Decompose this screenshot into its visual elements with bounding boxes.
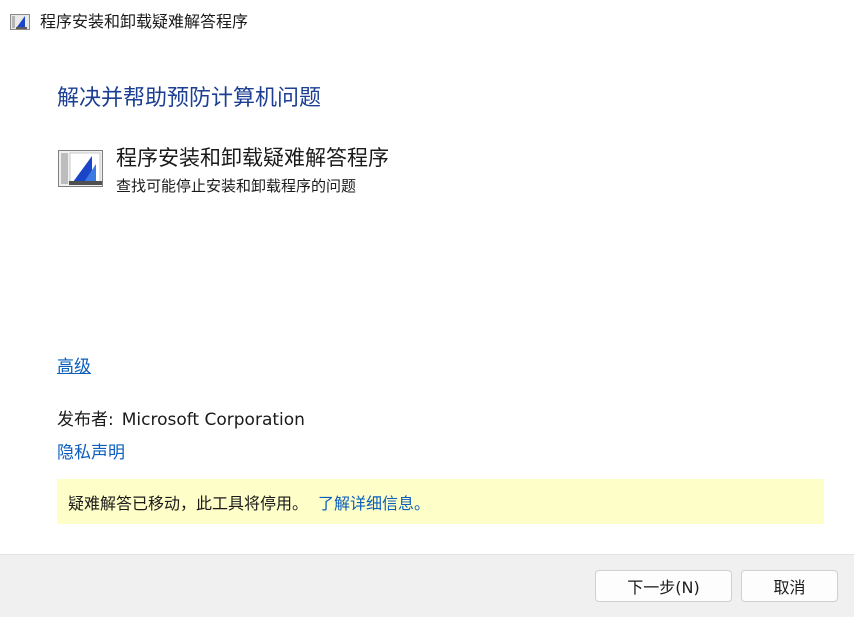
troubleshooter-window: 程序安装和卸载疑难解答程序 解决并帮助预防计算机问题 程序安装和卸载疑难解答程序… xyxy=(0,0,854,617)
troubleshooter-window-icon xyxy=(10,14,30,30)
troubleshooter-icon xyxy=(58,150,103,187)
learn-more-link[interactable]: 了解详细信息。 xyxy=(318,490,430,514)
advanced-link[interactable]: 高级 xyxy=(57,355,91,379)
title-bar: 程序安装和卸载疑难解答程序 xyxy=(0,0,854,44)
cancel-button[interactable]: 取消 xyxy=(741,570,838,602)
privacy-statement-link[interactable]: 隐私声明 xyxy=(57,441,125,465)
publisher-name: Microsoft Corporation xyxy=(121,410,305,430)
page-heading: 解决并帮助预防计算机问题 xyxy=(57,86,322,111)
troubleshooter-description: 查找可能停止安装和卸载程序的问题 xyxy=(116,177,357,195)
publisher-info: 发布者: Microsoft Corporation xyxy=(57,408,305,432)
deprecation-notice: 疑难解答已移动，此工具将停用。 了解详细信息。 xyxy=(57,479,824,524)
notice-text: 疑难解答已移动，此工具将停用。 xyxy=(68,493,309,513)
button-bar: 下一步(N) 取消 xyxy=(0,554,854,617)
window-title: 程序安装和卸载疑难解答程序 xyxy=(40,12,249,31)
next-button[interactable]: 下一步(N) xyxy=(595,570,732,602)
publisher-label: 发布者: xyxy=(57,410,114,430)
troubleshooter-title: 程序安装和卸载疑难解答程序 xyxy=(116,146,389,170)
